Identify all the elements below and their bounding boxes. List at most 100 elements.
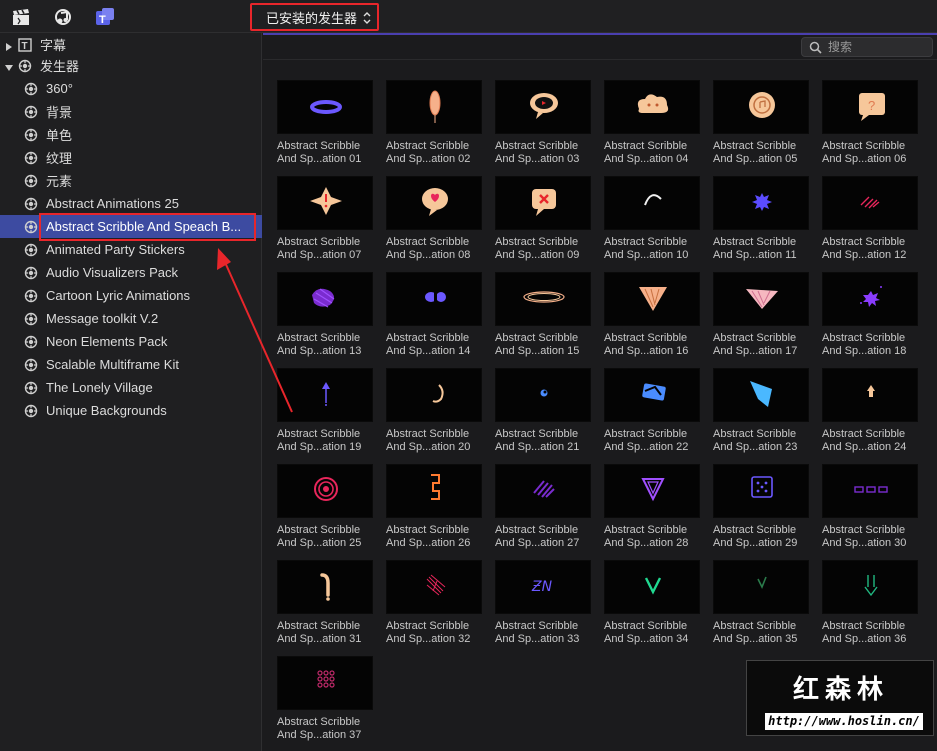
generator-thumbnail[interactable] <box>822 368 918 422</box>
generator-category-icon <box>24 358 38 372</box>
generator-thumbnail[interactable] <box>386 368 482 422</box>
generator-category-icon <box>24 243 38 257</box>
sidebar-item[interactable]: 发生器 <box>0 54 262 77</box>
generator-thumbnail[interactable] <box>604 272 700 326</box>
generator-tile-label: Abstract Scribble And Sp...ation 10 <box>604 236 708 262</box>
sidebar-item[interactable]: T 字幕 <box>0 33 262 56</box>
sidebar-item[interactable]: Abstract Animations 25 <box>0 192 262 215</box>
generators-icon <box>18 59 32 73</box>
generator-thumbnail[interactable] <box>604 464 700 518</box>
music-photos-icon[interactable] <box>53 7 73 27</box>
generator-thumbnail[interactable] <box>604 368 700 422</box>
tile-label-line1: Abstract Scribble <box>277 524 361 536</box>
watermark-url: http://www.hoslin.cn/ <box>765 713 923 730</box>
generator-thumbnail[interactable] <box>495 176 591 230</box>
sidebar-item[interactable]: Unique Backgrounds <box>0 399 262 422</box>
svg-text:T: T <box>22 41 28 52</box>
tile-label-line2: And Sp...ation 20 <box>386 441 471 453</box>
generator-thumbnail[interactable] <box>495 272 591 326</box>
titles-icon: T <box>18 37 32 52</box>
tile-label-line1: Abstract Scribble <box>386 236 470 248</box>
generator-thumbnail[interactable] <box>604 560 700 614</box>
generator-tile-label: Abstract Scribble And Sp...ation 16 <box>604 332 708 358</box>
generator-thumbnail[interactable] <box>386 560 482 614</box>
generator-thumbnail[interactable] <box>822 176 918 230</box>
tile-label-line1: Abstract Scribble <box>495 332 579 344</box>
generator-thumbnail[interactable] <box>277 656 373 710</box>
sidebar-item[interactable]: Animated Party Stickers <box>0 238 262 261</box>
tile-label-line2: And Sp...ation 11 <box>713 249 797 261</box>
sidebar-item[interactable]: Audio Visualizers Pack <box>0 261 262 284</box>
generator-category-icon <box>24 197 38 211</box>
sidebar-item[interactable]: 纹理 <box>0 146 262 169</box>
tile-label-line2: And Sp...ation 16 <box>604 345 689 357</box>
disclosure-closed-icon[interactable] <box>4 40 14 51</box>
generator-thumbnail[interactable] <box>822 272 918 326</box>
sidebar-item[interactable]: Scalable Multiframe Kit <box>0 353 262 376</box>
generator-thumbnail[interactable] <box>822 464 918 518</box>
generator-thumbnail[interactable] <box>386 176 482 230</box>
generator-category-icon <box>24 381 38 395</box>
generator-thumbnail[interactable] <box>277 368 373 422</box>
generator-thumbnail[interactable] <box>386 272 482 326</box>
generator-thumbnail[interactable] <box>822 560 918 614</box>
generator-thumbnail[interactable] <box>277 464 373 518</box>
generator-thumbnail[interactable] <box>277 272 373 326</box>
generator-thumbnail[interactable] <box>713 368 809 422</box>
generator-thumbnail[interactable]: ƵN <box>495 560 591 614</box>
generator-thumbnail[interactable] <box>277 560 373 614</box>
dropdown-label: 已安装的发生器 <box>266 10 358 26</box>
generator-thumbnail[interactable] <box>386 80 482 134</box>
sidebar-item-label: 背景 <box>46 105 73 120</box>
generator-tile-label: Abstract Scribble And Sp...ation 03 <box>495 140 599 166</box>
sidebar-item[interactable]: 360° <box>0 77 262 100</box>
generator-thumbnail[interactable] <box>713 272 809 326</box>
generator-thumbnail[interactable] <box>495 80 591 134</box>
sidebar-item[interactable]: Abstract Scribble And Speach B... <box>0 215 262 238</box>
sidebar-item[interactable]: Neon Elements Pack <box>0 330 262 353</box>
sidebar-item[interactable]: Cartoon Lyric Animations <box>0 284 262 307</box>
sidebar-item[interactable]: 元素 <box>0 169 262 192</box>
generator-thumbnail[interactable] <box>277 176 373 230</box>
generator-thumbnail[interactable] <box>713 176 809 230</box>
generator-thumbnail[interactable] <box>713 464 809 518</box>
svg-text:ƵN: ƵN <box>531 579 553 595</box>
generator-thumbnail[interactable] <box>277 80 373 134</box>
sidebar-item-label: Message toolkit V.2 <box>46 311 159 326</box>
generator-tile-label: Abstract Scribble And Sp...ation 37 <box>277 716 381 742</box>
search-input[interactable] <box>828 40 928 54</box>
generator-tile-label: Abstract Scribble And Sp...ation 11 <box>713 236 817 262</box>
generator-thumbnail[interactable] <box>495 368 591 422</box>
generator-thumbnail[interactable] <box>713 560 809 614</box>
clapper-icon[interactable] <box>11 7 31 27</box>
browser-header <box>263 35 937 60</box>
generator-thumbnail[interactable] <box>495 464 591 518</box>
tile-label-line2: And Sp...ation 18 <box>822 345 907 357</box>
sidebar-item[interactable]: The Lonely Village <box>0 376 262 399</box>
generator-thumbnail[interactable] <box>604 80 700 134</box>
sidebar-item[interactable]: Message toolkit V.2 <box>0 307 262 330</box>
sidebar-item-label: Animated Party Stickers <box>46 242 185 257</box>
search-field[interactable] <box>801 37 933 57</box>
disclosure-open-icon[interactable] <box>4 61 14 71</box>
generator-tile-label: Abstract Scribble And Sp...ation 18 <box>822 332 926 358</box>
generator-thumbnail[interactable] <box>386 464 482 518</box>
sidebar-item[interactable]: 单色 <box>0 123 262 146</box>
generator-tile-label: Abstract Scribble And Sp...ation 31 <box>277 620 381 646</box>
tile-label-line2: And Sp...ation 24 <box>822 441 907 453</box>
generator-thumbnail[interactable] <box>713 80 809 134</box>
generator-thumbnail[interactable] <box>604 176 700 230</box>
tile-label-line1: Abstract Scribble <box>822 428 906 440</box>
sidebar-item[interactable]: 背景 <box>0 100 262 123</box>
generator-category-icon <box>24 82 38 96</box>
generator-tile-label: Abstract Scribble And Sp...ation 33 <box>495 620 599 646</box>
titles-generators-icon[interactable]: T <box>95 7 115 27</box>
generator-source-dropdown[interactable]: 已安装的发生器 <box>250 3 379 31</box>
generator-tile-label: Abstract Scribble And Sp...ation 17 <box>713 332 817 358</box>
generator-category-icon <box>24 335 38 349</box>
generator-category-icon <box>24 404 38 418</box>
generator-thumbnail[interactable]: ? <box>822 80 918 134</box>
generator-tile-label: Abstract Scribble And Sp...ation 14 <box>386 332 490 358</box>
tile-label-line2: And Sp...ation 08 <box>386 249 471 261</box>
tile-label-line2: And Sp...ation 31 <box>277 633 362 645</box>
